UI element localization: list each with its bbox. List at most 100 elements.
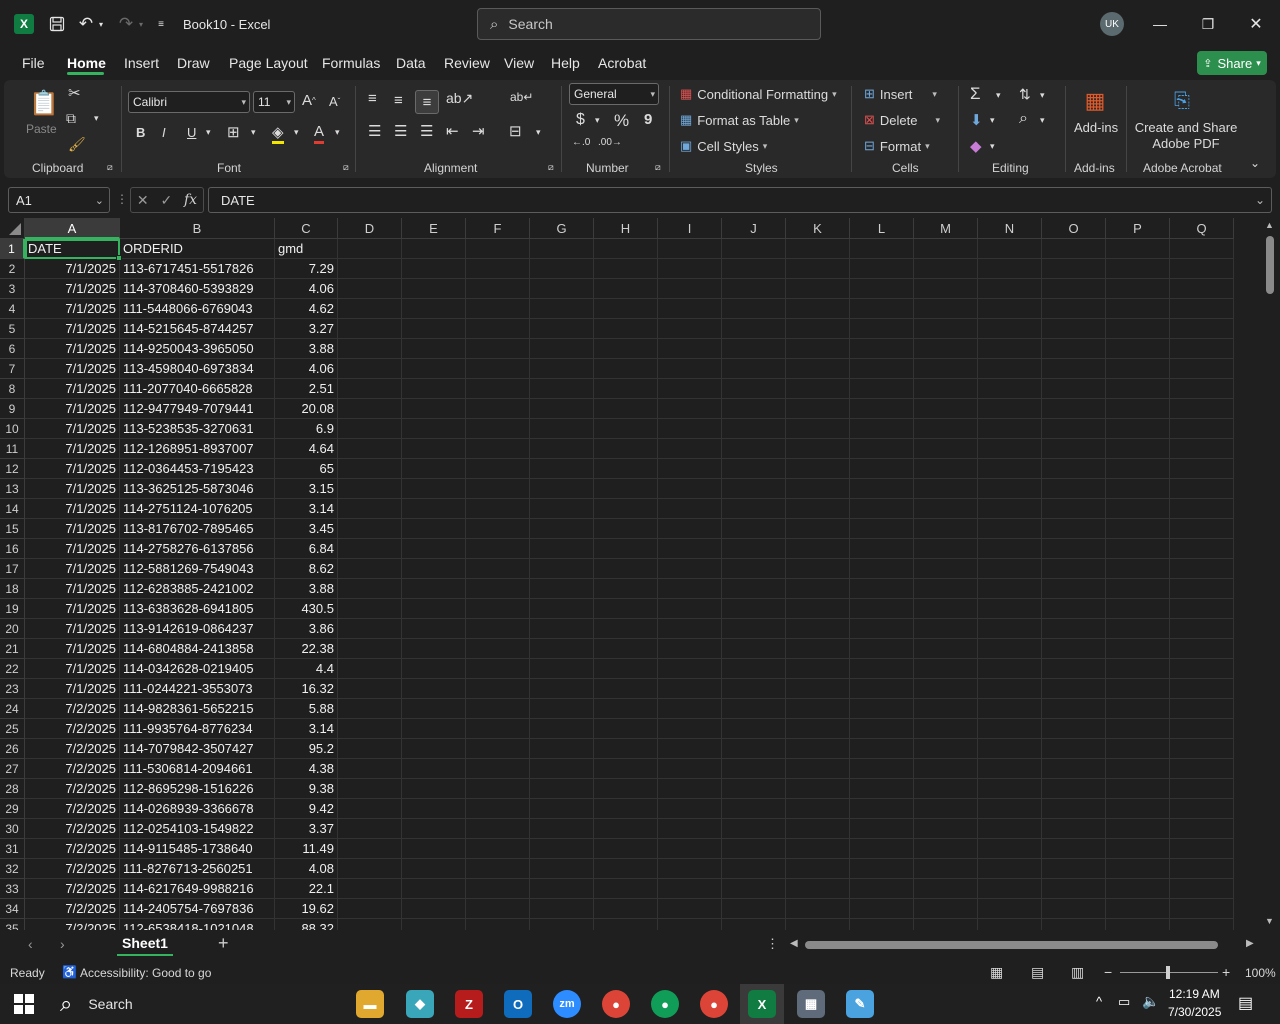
cell-i19[interactable] [658,599,722,619]
cell-n25[interactable] [978,719,1042,739]
cell-h12[interactable] [594,459,658,479]
cell-c17[interactable]: 8.62 [275,559,338,579]
outlook-icon[interactable]: O [504,990,532,1018]
cell-a20[interactable]: 7/1/2025 [25,619,120,639]
cell-n33[interactable] [978,879,1042,899]
customize-toolbar-icon[interactable]: ≡ [154,12,168,36]
cell-p14[interactable] [1106,499,1170,519]
cell-c21[interactable]: 22.38 [275,639,338,659]
bold-button[interactable]: B [136,125,145,140]
cell-l27[interactable] [850,759,914,779]
cell-a7[interactable]: 7/1/2025 [25,359,120,379]
cell-n9[interactable] [978,399,1042,419]
cell-o10[interactable] [1042,419,1106,439]
cell-f21[interactable] [466,639,530,659]
cell-o20[interactable] [1042,619,1106,639]
cell-q24[interactable] [1170,699,1234,719]
cell-n18[interactable] [978,579,1042,599]
cell-q28[interactable] [1170,779,1234,799]
cell-k14[interactable] [786,499,850,519]
chrome-icon[interactable]: ● [700,990,728,1018]
cell-h34[interactable] [594,899,658,919]
clear-icon[interactable]: ◆ [970,137,982,155]
row-header[interactable]: 13 [0,479,25,499]
cell-q13[interactable] [1170,479,1234,499]
create-pdf-icon[interactable]: ⎘ [1168,86,1196,116]
cell-d19[interactable] [338,599,402,619]
cell-c4[interactable]: 4.62 [275,299,338,319]
formula-input[interactable]: DATE ⌄ [208,187,1272,213]
row-header[interactable]: 14 [0,499,25,519]
cell-g33[interactable] [530,879,594,899]
cell-a30[interactable]: 7/2/2025 [25,819,120,839]
cell-b13[interactable]: 113-3625125-5873046 [120,479,275,499]
cell-q14[interactable] [1170,499,1234,519]
cell-o4[interactable] [1042,299,1106,319]
cell-f17[interactable] [466,559,530,579]
cell-o15[interactable] [1042,519,1106,539]
column-header-e[interactable]: E [402,218,466,239]
cell-b2[interactable]: 113-6717451-5517826 [120,259,275,279]
cell-b16[interactable]: 114-2758276-6137856 [120,539,275,559]
cell-d13[interactable] [338,479,402,499]
cell-p31[interactable] [1106,839,1170,859]
cell-j33[interactable] [722,879,786,899]
cell-j15[interactable] [722,519,786,539]
cell-n22[interactable] [978,659,1042,679]
cell-n20[interactable] [978,619,1042,639]
cell-h15[interactable] [594,519,658,539]
cell-m16[interactable] [914,539,978,559]
cell-b22[interactable]: 114-0342628-0219405 [120,659,275,679]
cell-e4[interactable] [402,299,466,319]
column-header-b[interactable]: B [120,218,275,239]
cell-h25[interactable] [594,719,658,739]
cell-k2[interactable] [786,259,850,279]
cell-k11[interactable] [786,439,850,459]
cell-n21[interactable] [978,639,1042,659]
cell-i3[interactable] [658,279,722,299]
cell-l1[interactable] [850,239,914,259]
paste-button-label[interactable]: Paste [26,122,57,136]
cell-l25[interactable] [850,719,914,739]
cell-i33[interactable] [658,879,722,899]
cell-p34[interactable] [1106,899,1170,919]
cell-q12[interactable] [1170,459,1234,479]
cell-f27[interactable] [466,759,530,779]
cell-h30[interactable] [594,819,658,839]
cell-l24[interactable] [850,699,914,719]
cell-o18[interactable] [1042,579,1106,599]
cell-q2[interactable] [1170,259,1234,279]
cell-f22[interactable] [466,659,530,679]
cell-m12[interactable] [914,459,978,479]
insert-cells-button[interactable]: ⊞ Insert ▾ [864,86,937,102]
cell-c8[interactable]: 2.51 [275,379,338,399]
cell-b30[interactable]: 112-0254103-1549822 [120,819,275,839]
cell-i4[interactable] [658,299,722,319]
cell-p13[interactable] [1106,479,1170,499]
cell-o33[interactable] [1042,879,1106,899]
column-header-m[interactable]: M [914,218,978,239]
cell-n19[interactable] [978,599,1042,619]
align-center-icon[interactable]: ☰ [394,122,407,140]
cell-o34[interactable] [1042,899,1106,919]
notepad-icon[interactable]: ✎ [846,990,874,1018]
cell-b5[interactable]: 114-5215645-8744257 [120,319,275,339]
share-button[interactable]: ⇪ Share ▾ [1197,51,1267,75]
increase-font-icon[interactable]: A ^ [302,92,316,109]
cell-i18[interactable] [658,579,722,599]
accessibility-status[interactable]: Accessibility: Good to go [80,966,211,980]
cell-d31[interactable] [338,839,402,859]
currency-dropdown-icon[interactable]: ▾ [595,115,600,126]
cell-h18[interactable] [594,579,658,599]
cell-e30[interactable] [402,819,466,839]
cell-m25[interactable] [914,719,978,739]
cell-m26[interactable] [914,739,978,759]
sheet-tab-sheet1[interactable]: Sheet1 [117,930,173,956]
row-header[interactable]: 11 [0,439,25,459]
scroll-right-icon[interactable]: ▶ [1246,938,1254,949]
column-header-p[interactable]: P [1106,218,1170,239]
cell-b10[interactable]: 113-5238535-3270631 [120,419,275,439]
zoom-icon[interactable]: zm [553,990,581,1018]
cell-b32[interactable]: 111-8276713-2560251 [120,859,275,879]
cell-j19[interactable] [722,599,786,619]
